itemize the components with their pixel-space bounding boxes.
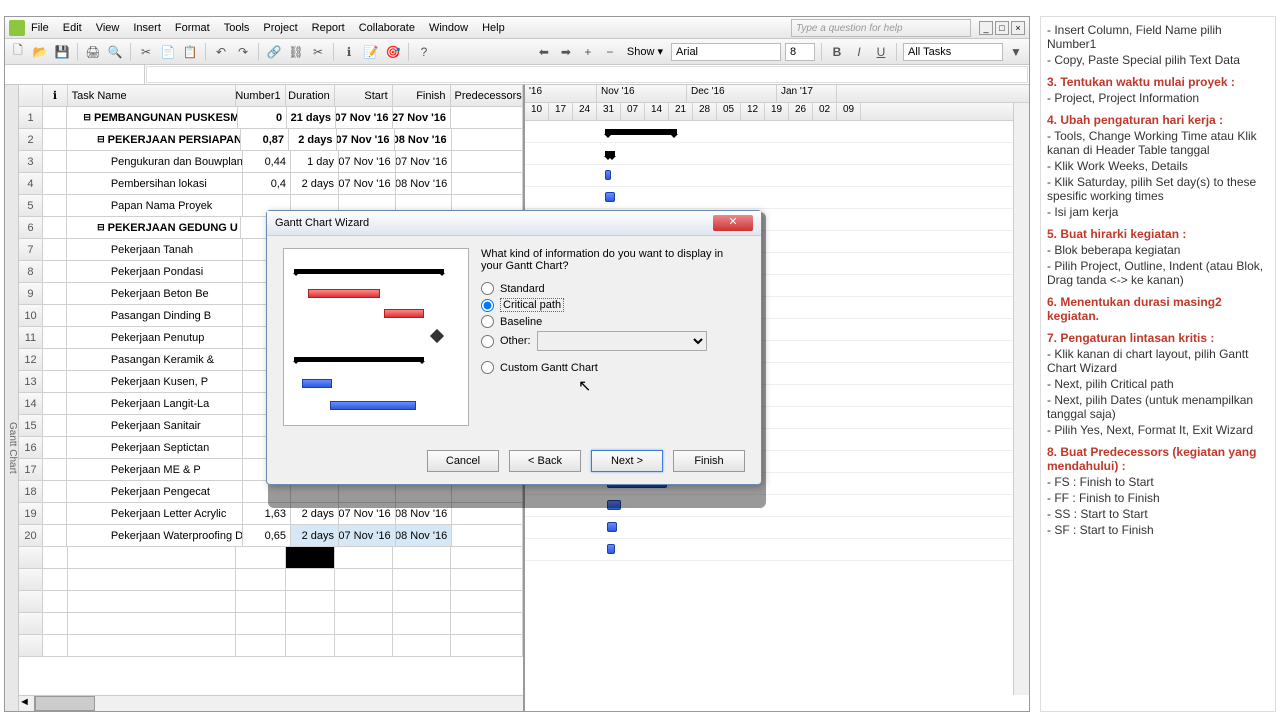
font-select[interactable] (671, 43, 781, 61)
table-row[interactable]: 20Pekerjaan Waterproofing Dag0,652 days0… (19, 525, 523, 547)
link-icon[interactable]: 🔗 (265, 43, 283, 61)
dialog-close-button[interactable]: ✕ (713, 215, 753, 231)
note-icon[interactable]: 📝 (362, 43, 380, 61)
menu-insert[interactable]: Insert (133, 22, 161, 34)
menu-view[interactable]: View (96, 22, 120, 34)
radio-standard[interactable] (481, 282, 494, 295)
table-row[interactable]: 2⊟PEKERJAAN PERSIAPAN0,872 days07 Nov '1… (19, 129, 523, 151)
col-number1[interactable]: Number1 (236, 85, 285, 106)
cut-icon[interactable]: ✂ (137, 43, 155, 61)
wizard-question: What kind of information do you want to … (481, 248, 745, 272)
wizard-preview (283, 248, 469, 426)
dialog-title-text: Gantt Chart Wizard (275, 217, 369, 229)
redo-icon[interactable]: ↷ (234, 43, 252, 61)
standard-toolbar: 🗋 📂 💾 🖨 🔍 ✂ 📄 📋 ↶ ↷ 🔗 ⛓ ✂ ℹ 📝 🎯 ? ⬅ ➡ + … (5, 39, 1029, 65)
radio-custom[interactable] (481, 361, 494, 374)
close-button[interactable]: × (1011, 21, 1025, 35)
menu-help[interactable]: Help (482, 22, 505, 34)
show-dropdown[interactable]: Show ▾ (627, 45, 663, 58)
col-start[interactable]: Start (335, 85, 393, 106)
col-predecessors[interactable]: Predecessors (451, 85, 523, 106)
grid-header: ℹ Task Name Number1 Duration Start Finis… (19, 85, 523, 107)
cancel-button[interactable]: Cancel (427, 450, 499, 472)
restore-button[interactable]: □ (995, 21, 1009, 35)
new-icon[interactable]: 🗋 (9, 43, 27, 61)
label-baseline: Baseline (500, 316, 542, 328)
entry-bar (5, 65, 1029, 85)
radio-baseline[interactable] (481, 315, 494, 328)
expand-icon[interactable]: + (579, 43, 597, 61)
unlink-icon[interactable]: ⛓ (287, 43, 305, 61)
vscroll[interactable] (1013, 103, 1029, 695)
filter-select[interactable] (903, 43, 1003, 61)
col-taskname[interactable]: Task Name (68, 85, 237, 106)
menu-format[interactable]: Format (175, 22, 210, 34)
menu-window[interactable]: Window (429, 22, 468, 34)
view-bar[interactable]: Gantt Chart (5, 85, 19, 711)
grid-hscroll[interactable]: ◄ (19, 695, 523, 711)
label-other: Other: (500, 335, 531, 347)
table-row[interactable]: 1⊟PEMBANGUNAN PUSKESMAS RAJI021 days07 N… (19, 107, 523, 129)
dialog-titlebar[interactable]: Gantt Chart Wizard ✕ (267, 211, 761, 236)
info-icon[interactable]: ℹ (340, 43, 358, 61)
bold-icon[interactable]: B (828, 43, 846, 61)
underline-icon[interactable]: U (872, 43, 890, 61)
font-size-select[interactable] (785, 43, 815, 61)
menu-report[interactable]: Report (312, 22, 345, 34)
app-logo-icon (9, 20, 25, 36)
instructions-panel: - Insert Column, Field Name pilih Number… (1040, 16, 1276, 712)
back-button[interactable]: < Back (509, 450, 581, 472)
radio-critical-path[interactable] (481, 299, 494, 312)
help-icon[interactable]: ? (415, 43, 433, 61)
cell-reference (5, 65, 145, 84)
save-icon[interactable]: 💾 (53, 43, 71, 61)
minimize-button[interactable]: _ (979, 21, 993, 35)
col-duration[interactable]: Duration (286, 85, 335, 106)
goto-icon[interactable]: 🎯 (384, 43, 402, 61)
table-row[interactable]: 4Pembersihan lokasi0,42 days07 Nov '1608… (19, 173, 523, 195)
table-row[interactable]: 3Pengukuran dan Bouwplank0,441 day07 Nov… (19, 151, 523, 173)
radio-other[interactable] (481, 335, 494, 348)
col-info[interactable]: ℹ (43, 85, 67, 106)
menu-collaborate[interactable]: Collaborate (359, 22, 415, 34)
finish-button[interactable]: Finish (673, 450, 745, 472)
outdent-icon[interactable]: ⬅ (535, 43, 553, 61)
paste-icon[interactable]: 📋 (181, 43, 199, 61)
preview-icon[interactable]: 🔍 (106, 43, 124, 61)
label-critical: Critical path (500, 298, 564, 312)
indent-icon[interactable]: ➡ (557, 43, 575, 61)
other-select[interactable] (537, 331, 707, 351)
print-icon[interactable]: 🖨 (84, 43, 102, 61)
menu-project[interactable]: Project (263, 22, 297, 34)
italic-icon[interactable]: I (850, 43, 868, 61)
next-button[interactable]: Next > (591, 450, 663, 472)
help-search-input[interactable]: Type a question for help (791, 19, 971, 37)
undo-icon[interactable]: ↶ (212, 43, 230, 61)
col-finish[interactable]: Finish (393, 85, 451, 106)
entry-input[interactable] (146, 66, 1028, 83)
collapse-icon[interactable]: − (601, 43, 619, 61)
label-custom: Custom Gantt Chart (500, 362, 598, 374)
autofilter-icon[interactable]: ▼ (1007, 43, 1025, 61)
menu-edit[interactable]: Edit (63, 22, 82, 34)
menu-file[interactable]: File (31, 22, 49, 34)
open-icon[interactable]: 📂 (31, 43, 49, 61)
label-standard: Standard (500, 283, 545, 295)
split-icon[interactable]: ✂ (309, 43, 327, 61)
copy-icon[interactable]: 📄 (159, 43, 177, 61)
menu-tools[interactable]: Tools (224, 22, 250, 34)
gantt-wizard-dialog: Gantt Chart Wizard ✕ What kind of inform… (266, 210, 762, 485)
menubar: File Edit View Insert Format Tools Proje… (5, 17, 1029, 39)
